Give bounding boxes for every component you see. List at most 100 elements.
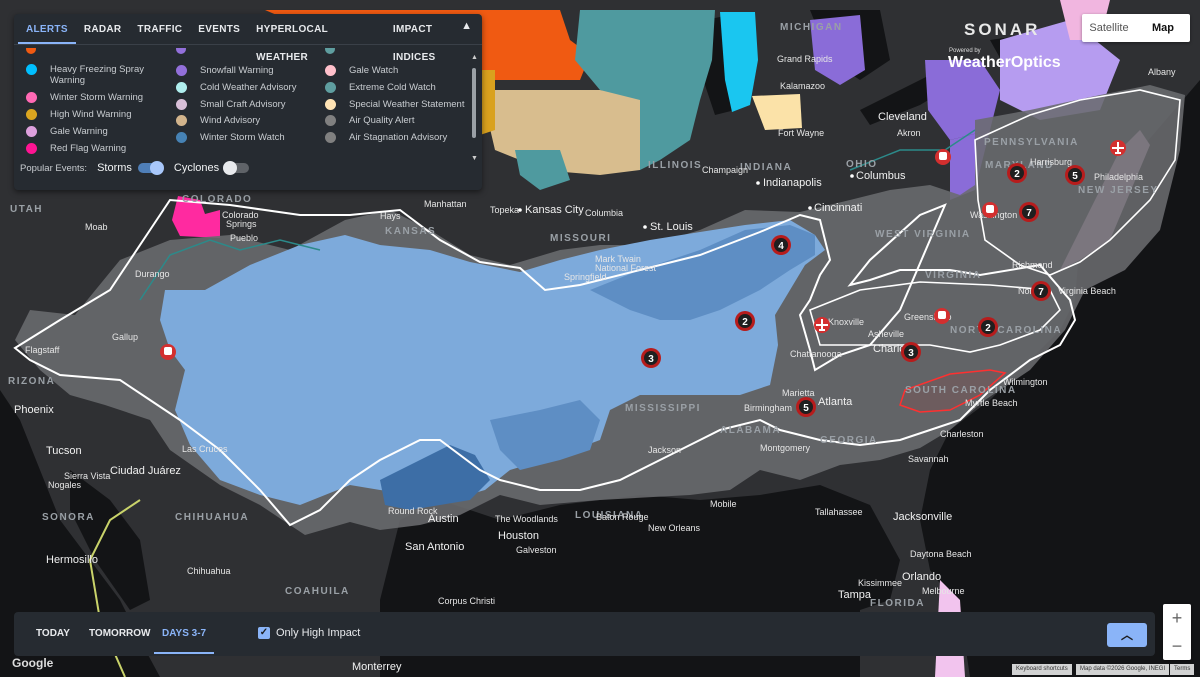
map-button[interactable]: Map <box>1136 14 1190 42</box>
train-station-icon[interactable] <box>982 202 998 218</box>
alert-legend: Heavy Freezing Spray Warning Winter Stor… <box>14 48 472 162</box>
tab-today[interactable]: TODAY <box>28 612 78 652</box>
legend-item[interactable]: Cold Weather Advisory <box>176 82 321 93</box>
storm-marker[interactable]: 2 <box>1007 163 1027 183</box>
svg-text:Columbia: Columbia <box>585 208 623 218</box>
cyclones-toggle[interactable] <box>223 161 250 175</box>
svg-text:Sierra Vista: Sierra Vista <box>64 471 110 481</box>
tab-days-3-7[interactable]: DAYS 3-7 <box>154 612 215 654</box>
legend-item[interactable]: High Wind Warning <box>26 109 171 120</box>
legend-label: Heavy Freezing Spray Warning <box>50 64 144 86</box>
legend-scrollbar[interactable]: ▲ ▼ <box>471 54 478 162</box>
svg-text:Knoxville: Knoxville <box>828 317 864 327</box>
legend-item[interactable]: Winter Storm Warning <box>26 92 171 103</box>
terms-link[interactable]: Terms <box>1170 664 1195 675</box>
svg-text:ILLINOIS: ILLINOIS <box>648 160 702 171</box>
tab-radar[interactable]: RADAR <box>76 16 130 44</box>
svg-text:Chihuahua: Chihuahua <box>187 566 231 576</box>
airport-icon[interactable] <box>814 317 830 333</box>
marker-count: 2 <box>1014 169 1020 180</box>
svg-text:Phoenix: Phoenix <box>14 404 54 416</box>
storm-marker[interactable]: 5 <box>1065 165 1085 185</box>
train-station-icon[interactable] <box>935 149 951 165</box>
scroll-down-icon[interactable]: ▼ <box>471 155 478 162</box>
legend-dot <box>26 126 37 137</box>
storms-toggle[interactable] <box>137 161 164 175</box>
svg-text:Chattanooga: Chattanooga <box>790 349 842 359</box>
svg-text:National Forest: National Forest <box>595 263 657 273</box>
cyclones-label: Cyclones <box>173 162 220 174</box>
legend-label: Extreme Cold Watch <box>349 82 436 93</box>
storm-marker[interactable]: 7 <box>1031 281 1051 301</box>
legend-item[interactable]: Wind Advisory <box>176 115 321 126</box>
marker-count: 4 <box>778 241 784 252</box>
svg-text:Birmingham: Birmingham <box>744 403 792 413</box>
svg-text:St. Louis: St. Louis <box>650 221 693 233</box>
storm-marker[interactable]: 3 <box>641 348 661 368</box>
storms-label: Storms <box>97 162 132 174</box>
storm-marker[interactable]: 4 <box>771 235 791 255</box>
svg-text:Asheville: Asheville <box>868 329 904 339</box>
marker-count: 5 <box>803 403 809 414</box>
svg-text:Marietta: Marietta <box>782 388 815 398</box>
train-station-icon[interactable] <box>160 344 176 360</box>
legend-item[interactable]: Gale Watch <box>325 65 470 76</box>
train-station-icon[interactable] <box>934 308 950 324</box>
keyboard-shortcuts-link[interactable]: Keyboard shortcuts <box>1012 664 1072 675</box>
storm-marker[interactable]: 2 <box>978 317 998 337</box>
svg-text:MICHIGAN: MICHIGAN <box>780 22 843 33</box>
legend-label: Red Flag Warning <box>50 143 127 154</box>
legend-item[interactable]: Snowfall Warning <box>176 65 321 76</box>
svg-text:MISSISSIPPI: MISSISSIPPI <box>625 403 701 414</box>
legend-label: Gale Watch <box>349 65 399 76</box>
airport-icon[interactable] <box>1110 140 1126 156</box>
legend-item[interactable]: Heavy Freezing Spray Warning <box>26 64 171 86</box>
legend-item[interactable]: Small Craft Advisory <box>176 99 321 110</box>
legend-item[interactable]: Extreme Cold Watch <box>325 82 470 93</box>
svg-text:NORTH CAROLINA: NORTH CAROLINA <box>950 325 1062 336</box>
svg-text:Melbourne: Melbourne <box>922 586 965 596</box>
svg-text:GEORGIA: GEORGIA <box>820 435 878 446</box>
legend-dot <box>26 64 37 75</box>
legend-label: Gale Warning <box>50 126 108 137</box>
legend-item[interactable]: Red Flag Warning <box>26 143 171 154</box>
only-high-impact-checkbox[interactable]: ✓ <box>258 627 270 639</box>
legend-item[interactable]: Winter Storm Watch <box>176 132 321 143</box>
tab-events[interactable]: EVENTS <box>190 16 248 44</box>
satellite-button[interactable]: Satellite <box>1082 14 1136 42</box>
svg-text:Durango: Durango <box>135 269 170 279</box>
svg-text:Monterrey: Monterrey <box>352 661 402 673</box>
zoom-out-button[interactable]: − <box>1163 632 1191 660</box>
legend-item[interactable]: Special Weather Statement <box>325 99 470 110</box>
svg-text:Grand Rapids: Grand Rapids <box>777 54 833 64</box>
zoom-in-button[interactable]: + <box>1163 604 1191 632</box>
storm-marker[interactable]: 7 <box>1019 202 1039 222</box>
sonar-logo: SONAR <box>964 20 1041 39</box>
scroll-up-icon[interactable]: ▲ <box>471 54 478 61</box>
svg-text:PENNSYLVANIA: PENNSYLVANIA <box>984 137 1079 148</box>
svg-text:WEST VIRGINIA: WEST VIRGINIA <box>875 229 971 240</box>
tab-tomorrow[interactable]: TOMORROW <box>81 612 158 652</box>
storm-marker[interactable]: 2 <box>735 311 755 331</box>
storm-marker[interactable]: 3 <box>901 342 921 362</box>
legend-item[interactable]: Gale Warning <box>26 126 171 137</box>
svg-text:New Orleans: New Orleans <box>648 523 701 533</box>
legend-dot <box>325 82 336 93</box>
tab-alerts[interactable]: ALERTS <box>18 16 76 44</box>
legend-item[interactable]: Air Quality Alert <box>325 115 470 126</box>
scroll-thumb[interactable] <box>472 68 476 138</box>
tab-hyperlocal-weather[interactable]: HYPERLOCAL WEATHER <box>248 16 385 63</box>
chevron-up-icon[interactable]: ▲ <box>461 20 472 32</box>
legend-item[interactable]: Air Stagnation Advisory <box>325 132 470 143</box>
weatheroptics-logo: WeatherOptics <box>948 54 1061 71</box>
expand-up-button[interactable]: ︿ <box>1107 623 1147 647</box>
popular-events-label: Popular Events: <box>20 162 88 174</box>
svg-text:SONORA: SONORA <box>42 512 95 523</box>
storm-marker[interactable]: 5 <box>796 397 816 417</box>
svg-text:Manhattan: Manhattan <box>424 199 467 209</box>
tab-traffic[interactable]: TRAFFIC <box>129 16 190 44</box>
svg-text:NEW JERSEY: NEW JERSEY <box>1078 185 1159 196</box>
svg-text:COLORADO: COLORADO <box>182 194 252 205</box>
svg-text:MISSOURI: MISSOURI <box>550 233 611 244</box>
legend-dot <box>325 99 336 110</box>
